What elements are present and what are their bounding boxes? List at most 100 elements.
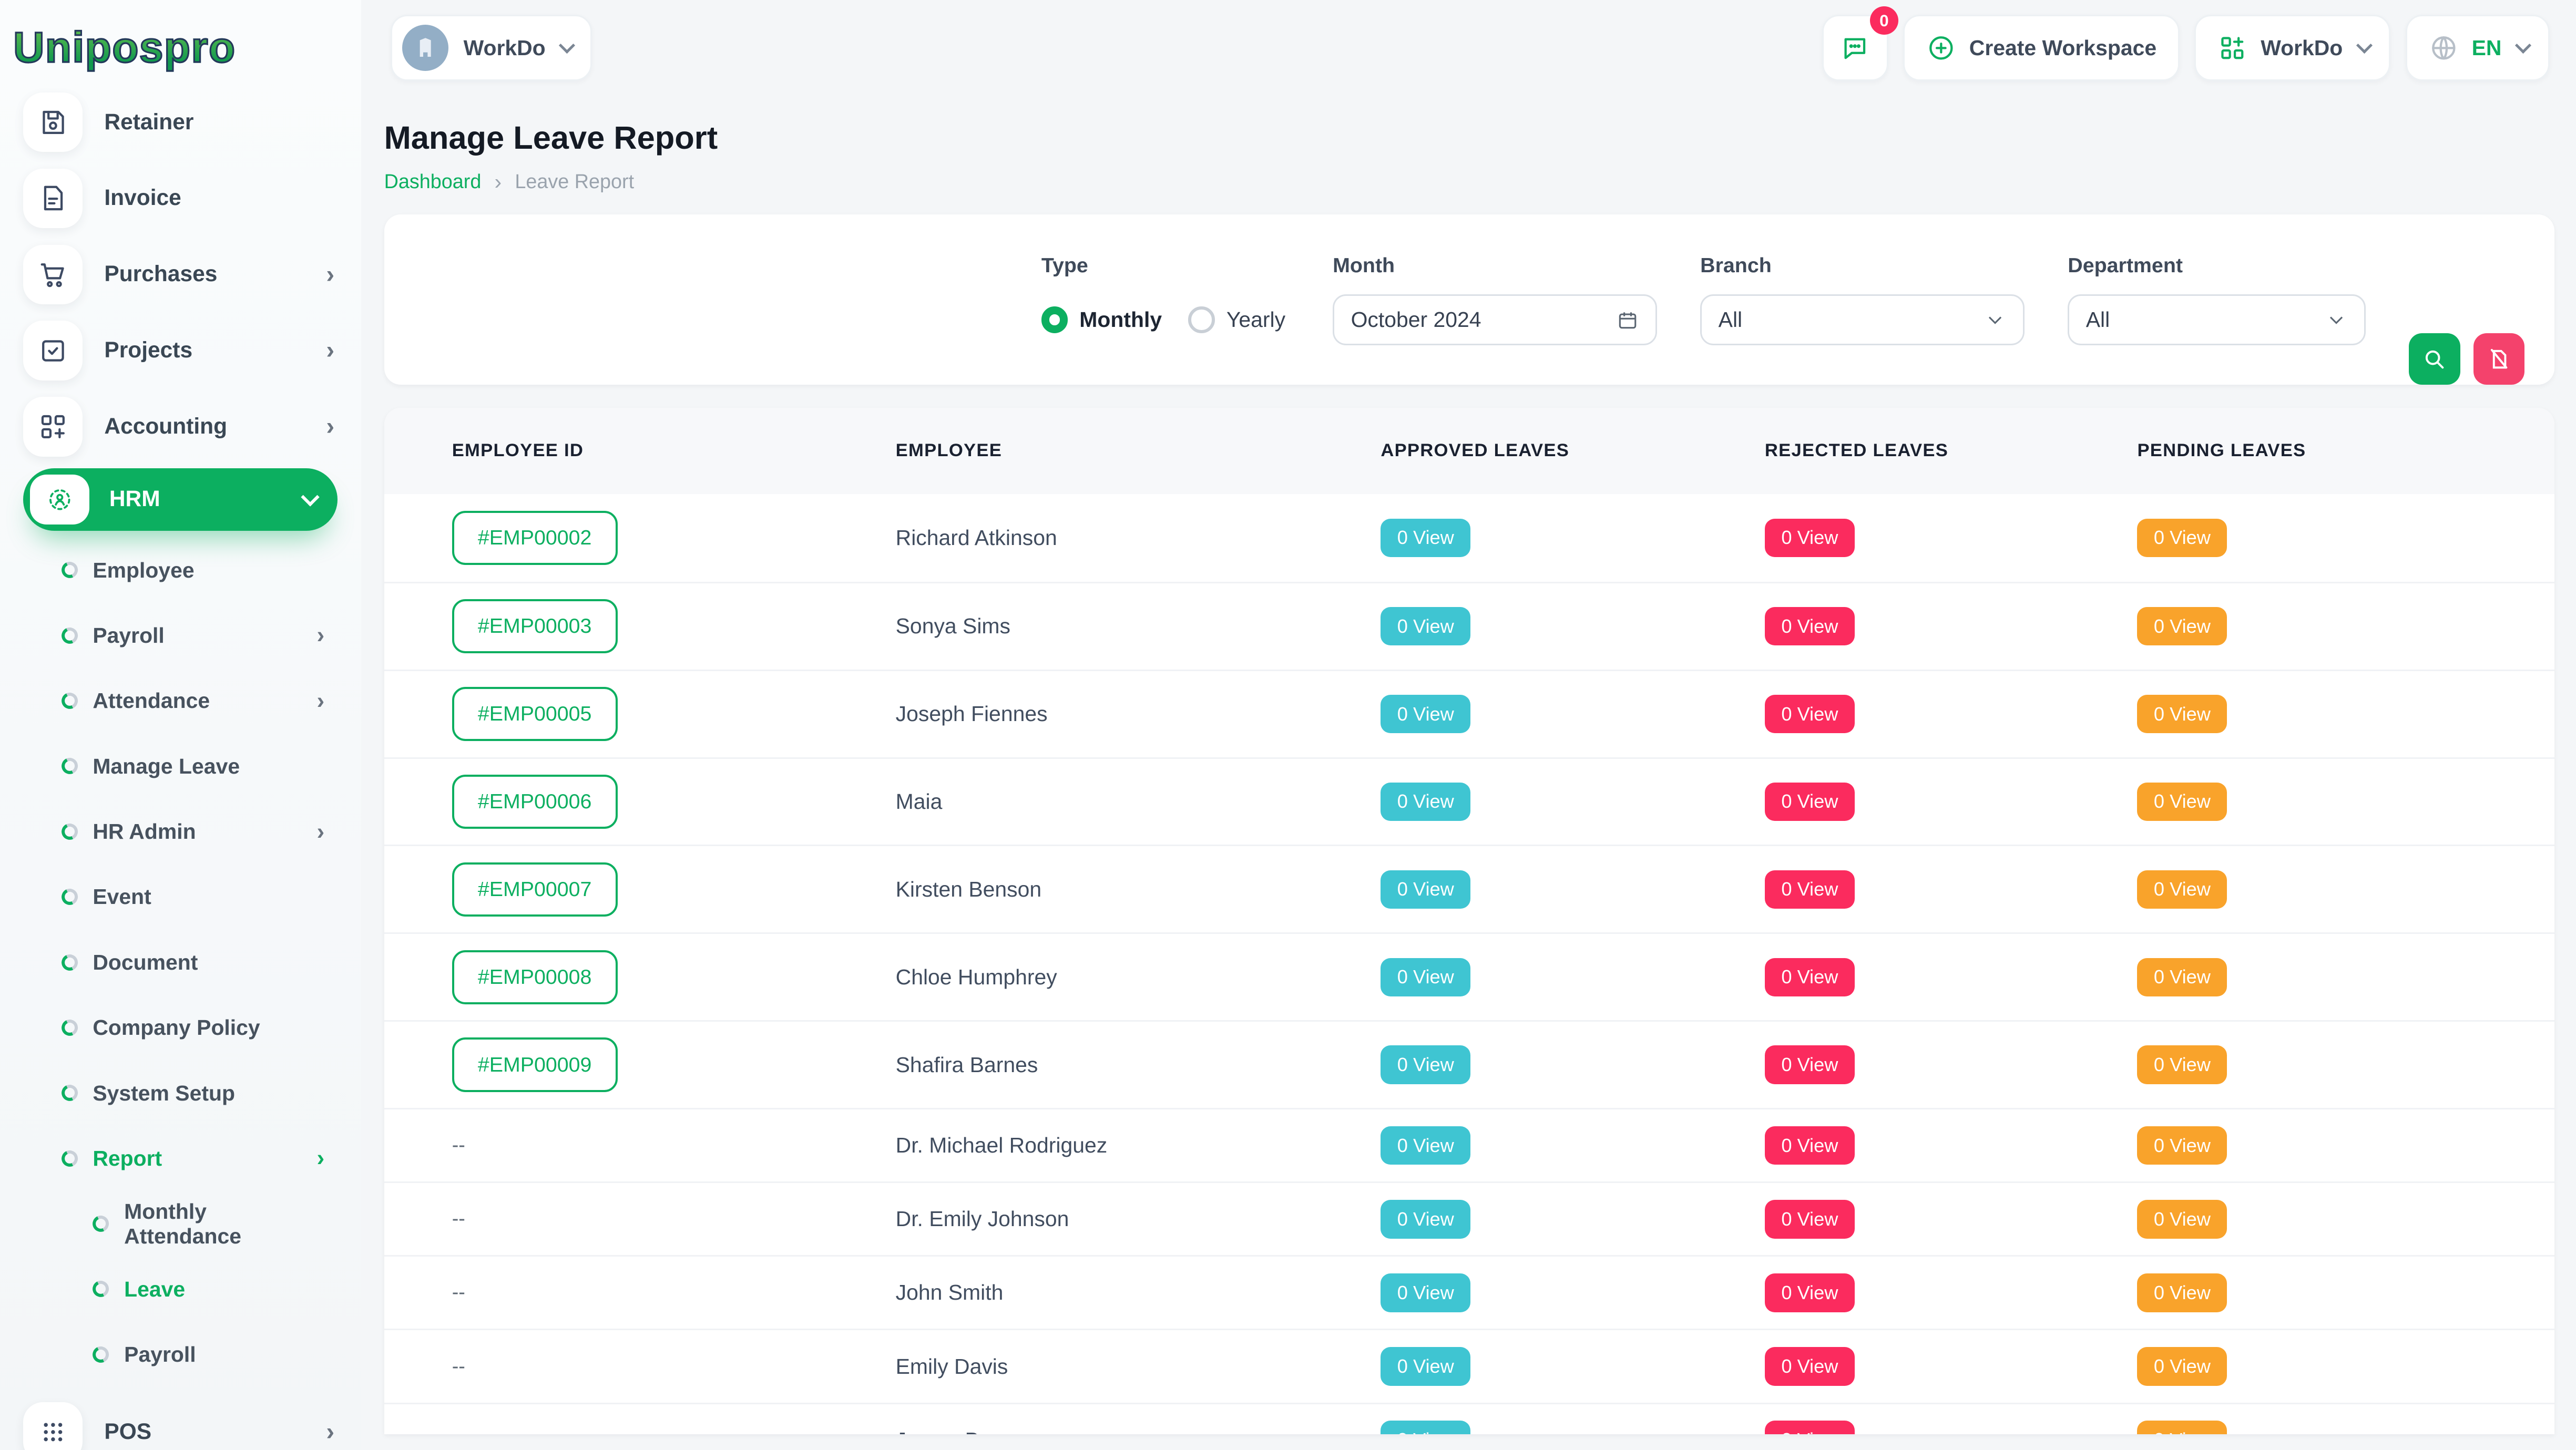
clipboard-check-icon [37,335,69,366]
pending-leaves-view-button[interactable]: 0 View [2137,783,2227,821]
rejected-leaves-view-button[interactable]: 0 View [1765,607,1855,645]
pending-leaves-view-button[interactable]: 0 View [2137,519,2227,557]
sidebar-item-system-setup[interactable]: System Setup [0,1061,361,1126]
sidebar-item-report[interactable]: Report › [0,1126,361,1191]
employee-id-chip[interactable]: #EMP00003 [452,599,618,653]
sidebar-item-pos[interactable]: POS › [0,1394,361,1449]
employee-id-empty: -- [452,1134,896,1157]
rejected-leaves-view-button[interactable]: 0 View [1765,958,1855,996]
sidebar-item-retainer[interactable]: Retainer [0,84,361,160]
sidebar-item-report-payroll[interactable]: Payroll [0,1322,361,1387]
table-row: -- Emily Davis 0 View 0 View 0 View [384,1329,2554,1402]
approved-leaves-view-button[interactable]: 0 View [1381,695,1470,733]
sidebar-item-projects[interactable]: Projects › [0,313,361,389]
approved-leaves-view-button[interactable]: 0 View [1381,1126,1470,1165]
pending-leaves-view-button[interactable]: 0 View [2137,1200,2227,1238]
employee-id-empty: -- [452,1208,896,1230]
table-row: #EMP00005 Joseph Fiennes 0 View 0 View 0… [384,670,2554,757]
clear-file-icon [2487,347,2511,372]
bullet-icon [59,756,80,777]
employee-id-chip[interactable]: #EMP00002 [452,511,618,565]
sidebar-item-document[interactable]: Document [0,930,361,995]
branch-select[interactable]: All [1700,294,2025,346]
sidebar-item-accounting[interactable]: Accounting › [0,388,361,465]
sidebar-item-hr-admin[interactable]: HR Admin › [0,799,361,864]
search-icon [2422,347,2447,372]
pending-leaves-view-button[interactable]: 0 View [2137,695,2227,733]
approved-leaves-view-button[interactable]: 0 View [1381,1421,1470,1434]
reset-filter-button[interactable] [2473,333,2525,385]
chevron-right-icon: › [326,262,334,287]
approved-leaves-view-button[interactable]: 0 View [1381,519,1470,557]
floppy-icon [37,107,69,138]
employee-id-chip[interactable]: #EMP00006 [452,775,618,829]
approved-leaves-view-button[interactable]: 0 View [1381,1273,1470,1312]
chevron-down-icon [2325,308,2348,332]
approved-leaves-view-button[interactable]: 0 View [1381,1045,1470,1084]
approved-leaves-view-button[interactable]: 0 View [1381,1200,1470,1238]
sidebar-item-report-leave[interactable]: Leave [0,1257,361,1322]
approved-leaves-view-button[interactable]: 0 View [1381,1347,1470,1385]
create-workspace-button[interactable]: Create Workspace [1903,15,2180,81]
workspace-avatar [402,25,448,71]
messages-button[interactable]: 0 [1822,15,1888,81]
pending-leaves-view-button[interactable]: 0 View [2137,870,2227,909]
approved-leaves-view-button[interactable]: 0 View [1381,783,1470,821]
sidebar-item-company-policy[interactable]: Company Policy [0,995,361,1061]
sidebar-item-payroll[interactable]: Payroll › [0,603,361,668]
cart-icon [37,259,69,290]
pending-leaves-view-button[interactable]: 0 View [2137,1126,2227,1165]
pending-leaves-view-button[interactable]: 0 View [2137,1421,2227,1434]
rejected-leaves-view-button[interactable]: 0 View [1765,519,1855,557]
pending-leaves-view-button[interactable]: 0 View [2137,1045,2227,1084]
radio-monthly-label: Monthly [1079,307,1162,332]
pending-leaves-view-button[interactable]: 0 View [2137,1347,2227,1385]
workspace-menu-button[interactable]: WorkDo [2194,15,2390,81]
employee-id-chip[interactable]: #EMP00008 [452,950,618,1004]
employee-id-chip[interactable]: #EMP00007 [452,862,618,917]
sidebar-item-manage-leave[interactable]: Manage Leave [0,734,361,799]
month-input[interactable]: October 2024 [1333,294,1657,346]
main-area: WorkDo 0 Create Workspace WorkDo [361,0,2576,1434]
topbar-actions: 0 Create Workspace WorkDo EN [1822,15,2550,81]
rejected-leaves-view-button[interactable]: 0 View [1765,1273,1855,1312]
sidebar-item-report-monthly-attendance[interactable]: Monthly Attendance [0,1191,361,1257]
sidebar-item-invoice[interactable]: Invoice [0,160,361,236]
sidebar-item-hrm[interactable]: HRM [23,468,338,531]
bullet-icon [59,625,80,646]
branch-value: All [1719,307,1984,332]
radio-yearly[interactable]: Yearly [1188,306,1285,333]
department-select[interactable]: All [2068,294,2366,346]
approved-leaves-view-button[interactable]: 0 View [1381,607,1470,645]
rejected-leaves-view-button[interactable]: 0 View [1765,1045,1855,1084]
pending-leaves-view-button[interactable]: 0 View [2137,607,2227,645]
workspace-selector[interactable]: WorkDo [391,15,592,81]
col-employee-id: EMPLOYEE ID [452,440,896,461]
pending-leaves-view-button[interactable]: 0 View [2137,1273,2227,1312]
workspace-selector-label: WorkDo [464,36,546,60]
rejected-leaves-view-button[interactable]: 0 View [1765,1126,1855,1165]
rejected-leaves-view-button[interactable]: 0 View [1765,870,1855,909]
rejected-leaves-view-button[interactable]: 0 View [1765,695,1855,733]
pending-leaves-view-button[interactable]: 0 View [2137,958,2227,996]
sidebar-item-event[interactable]: Event [0,865,361,930]
search-button[interactable] [2409,333,2460,385]
employee-name: Emily Davis [896,1354,1381,1379]
sidebar-item-attendance[interactable]: Attendance › [0,669,361,734]
approved-leaves-view-button[interactable]: 0 View [1381,958,1470,996]
rejected-leaves-view-button[interactable]: 0 View [1765,1200,1855,1238]
rejected-leaves-view-button[interactable]: 0 View [1765,783,1855,821]
grid-plus-icon [2217,33,2247,63]
sidebar-item-employee[interactable]: Employee [0,538,361,603]
rejected-leaves-view-button[interactable]: 0 View [1765,1421,1855,1434]
language-selector[interactable]: EN [2406,15,2550,81]
rejected-leaves-view-button[interactable]: 0 View [1765,1347,1855,1385]
employee-id-chip[interactable]: #EMP00005 [452,687,618,741]
breadcrumb-dashboard-link[interactable]: Dashboard [384,171,482,193]
sidebar-item-purchases[interactable]: Purchases › [0,236,361,313]
approved-leaves-view-button[interactable]: 0 View [1381,870,1470,909]
bullet-icon [59,952,80,973]
chevron-right-icon: › [326,414,334,439]
radio-monthly[interactable]: Monthly [1041,306,1162,333]
employee-id-chip[interactable]: #EMP00009 [452,1037,618,1092]
